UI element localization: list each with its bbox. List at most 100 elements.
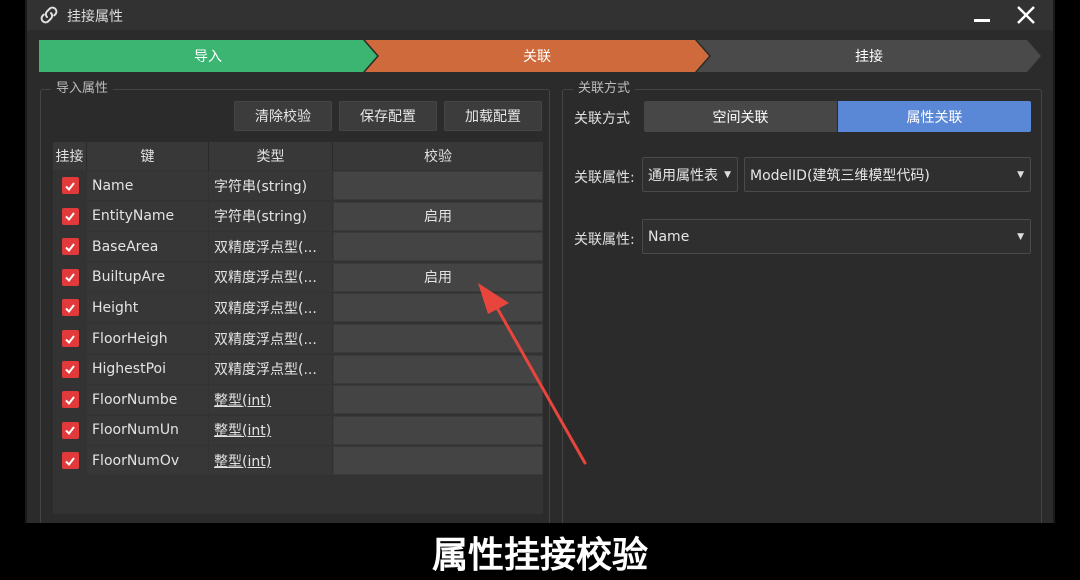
table-row[interactable]: Name 字符串(string) [53, 171, 543, 201]
load-config-button[interactable]: 加载配置 [444, 101, 542, 131]
window-title: 挂接属性 [67, 9, 123, 25]
attach-checkbox-cell [53, 324, 87, 353]
association-mode-label: 关联方式 [574, 111, 630, 127]
minimize-button[interactable] [965, 0, 999, 30]
table-row[interactable]: BuiltupAre 双精度浮点型(... 启用 [53, 262, 543, 293]
association-attribute-label-2: 关联属性: [574, 232, 635, 248]
attach-checkbox[interactable] [61, 391, 79, 409]
step-attach[interactable]: 挂接 [697, 40, 1041, 72]
type-cell[interactable]: 整型(int) [209, 415, 332, 445]
attach-checkbox-cell [53, 232, 87, 261]
attribute-name-value: Name [648, 228, 690, 245]
type-value: 双精度浮点型(... [214, 270, 317, 287]
key-cell[interactable]: FloorNumbe [87, 385, 208, 415]
attach-checkbox[interactable] [61, 299, 79, 317]
attribute-field-value: ModelID(建筑三维模型代码) [750, 167, 930, 184]
key-cell[interactable]: FloorNumOv [87, 446, 208, 476]
attach-checkbox-cell [53, 263, 87, 292]
validate-cell[interactable] [333, 232, 543, 262]
spatial-association-toggle[interactable]: 空间关联 [644, 101, 837, 132]
table-row[interactable]: HighestPoi 双精度浮点型(... [53, 354, 543, 385]
attach-checkbox[interactable] [61, 177, 79, 194]
step-attach-label: 挂接 [855, 49, 883, 65]
type-cell[interactable]: 整型(int) [209, 385, 332, 415]
key-cell[interactable]: EntityName [87, 201, 208, 231]
key-cell[interactable]: FloorNumUn [87, 415, 208, 445]
dropdown-arrow-icon: ▼ [724, 170, 731, 180]
step-associate[interactable]: 关联 [365, 40, 709, 72]
attach-checkbox[interactable] [61, 330, 79, 347]
type-cell[interactable]: 双精度浮点型(... [209, 324, 332, 353]
clear-validation-button[interactable]: 清除校验 [234, 101, 332, 131]
table-row[interactable]: Height 双精度浮点型(... [53, 293, 543, 323]
association-mode-title: 关联方式 [573, 81, 636, 97]
video-caption: 属性挂接校验 [431, 534, 648, 576]
close-button[interactable] [1009, 0, 1043, 30]
validate-cell[interactable] [333, 415, 543, 445]
attach-checkbox[interactable] [61, 421, 79, 439]
dropdown-arrow-icon: ▼ [1017, 232, 1024, 242]
validate-cell[interactable] [333, 293, 543, 323]
checkmark-icon [65, 365, 75, 375]
attach-checkbox-cell [53, 446, 87, 475]
attributes-table: 挂接 键 类型 校验 Name 字符串(string) EntityName 字符串(… [53, 142, 543, 514]
attribute-association-toggle[interactable]: 属性关联 [838, 101, 1031, 132]
table-row[interactable]: FloorNumbe 整型(int) [53, 385, 543, 415]
attach-checkbox-cell [53, 293, 87, 322]
column-header-type[interactable]: 类型 [209, 142, 333, 170]
attach-checkbox[interactable] [61, 452, 79, 470]
title-bar: 挂接属性 [27, 0, 1053, 30]
import-attributes-title: 导入属性 [51, 81, 114, 97]
table-row[interactable]: EntityName 字符串(string) 启用 [53, 201, 543, 232]
column-header-validate[interactable]: 校验 [333, 142, 543, 170]
key-cell[interactable]: BuiltupAre [87, 262, 208, 292]
type-cell[interactable]: 字符串(string) [209, 171, 332, 200]
type-value: 双精度浮点型(... [214, 300, 317, 317]
validate-cell[interactable] [333, 385, 543, 415]
attach-checkbox[interactable] [61, 207, 79, 225]
type-value: 整型(int) [214, 453, 272, 470]
table-row[interactable]: FloorHeigh 双精度浮点型(... [53, 324, 543, 354]
validate-cell[interactable]: 启用 [333, 201, 543, 231]
checkmark-icon [65, 181, 75, 191]
type-value: 字符串(string) [214, 178, 308, 195]
key-cell[interactable]: BaseArea [87, 232, 208, 262]
checkmark-icon [65, 426, 75, 436]
validate-cell[interactable]: 启用 [333, 262, 543, 292]
save-config-button[interactable]: 保存配置 [339, 101, 437, 131]
checkmark-icon [65, 334, 75, 344]
type-cell[interactable]: 双精度浮点型(... [209, 232, 332, 262]
type-cell[interactable]: 字符串(string) [209, 201, 332, 231]
attach-checkbox[interactable] [61, 238, 79, 256]
attach-checkbox[interactable] [61, 268, 79, 286]
type-cell[interactable]: 双精度浮点型(... [209, 293, 332, 323]
type-value: 双精度浮点型(... [214, 239, 317, 256]
column-header-key[interactable]: 键 [87, 142, 209, 170]
validate-cell[interactable] [333, 446, 543, 476]
association-attribute-label-1: 关联属性: [574, 170, 635, 186]
key-cell[interactable]: Height [87, 293, 208, 323]
link-icon [40, 6, 58, 24]
key-cell[interactable]: Name [87, 171, 208, 200]
key-cell[interactable]: HighestPoi [87, 354, 208, 384]
attach-checkbox-cell [53, 416, 87, 445]
validate-cell[interactable] [333, 354, 543, 384]
checkmark-icon [65, 396, 75, 405]
validate-cell[interactable] [333, 171, 543, 200]
attribute-table-dropdown[interactable]: 通用属性表 ▼ [642, 157, 738, 192]
attach-checkbox[interactable] [61, 360, 79, 378]
validate-cell[interactable] [333, 324, 543, 353]
table-row[interactable]: BaseArea 双精度浮点型(... [53, 232, 543, 262]
type-value: 整型(int) [214, 423, 272, 440]
type-cell[interactable]: 双精度浮点型(... [209, 262, 332, 292]
attribute-name-dropdown[interactable]: Name ▼ [642, 219, 1031, 254]
step-import[interactable]: 导入 [39, 40, 377, 72]
table-row[interactable]: FloorNumOv 整型(int) [53, 446, 543, 476]
key-cell[interactable]: FloorHeigh [87, 324, 208, 353]
type-cell[interactable]: 整型(int) [209, 446, 332, 476]
type-cell[interactable]: 双精度浮点型(... [209, 354, 332, 384]
attribute-field-dropdown[interactable]: ModelID(建筑三维模型代码) ▼ [744, 157, 1031, 192]
attribute-table-value: 通用属性表 [648, 167, 718, 184]
column-header-attach[interactable]: 挂接 [53, 142, 87, 170]
table-row[interactable]: FloorNumUn 整型(int) [53, 415, 543, 446]
